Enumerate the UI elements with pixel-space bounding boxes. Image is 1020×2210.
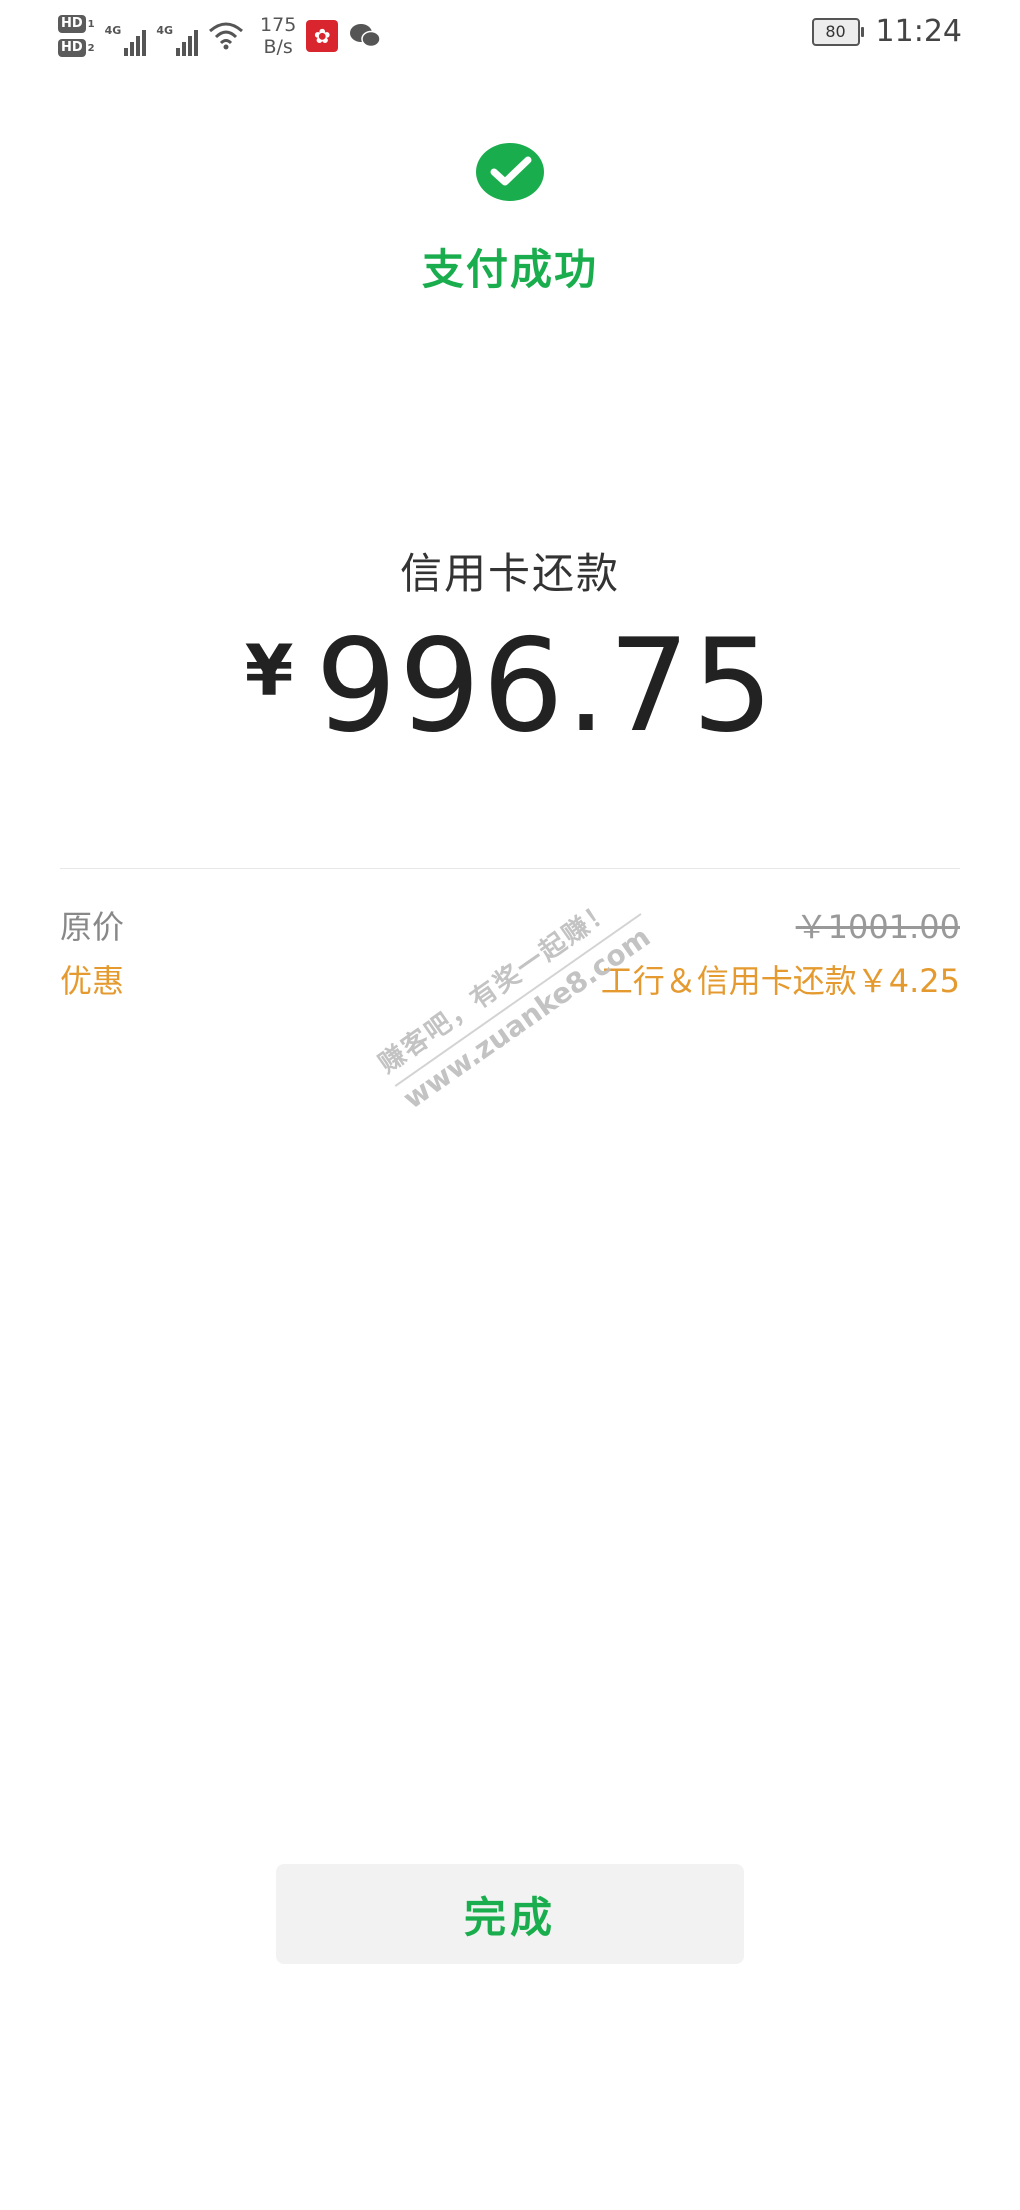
hd2-indicator: HD 2 bbox=[58, 39, 95, 57]
network-speed: 175 B/s bbox=[260, 14, 296, 58]
speed-value: 175 bbox=[260, 14, 297, 36]
hd1-icon: HD bbox=[58, 15, 86, 33]
battery-icon: 80 bbox=[811, 17, 864, 46]
divider bbox=[60, 868, 960, 869]
hd1-indicator: HD 1 bbox=[58, 15, 95, 33]
amount-value: 996.75 bbox=[315, 612, 776, 761]
original-price-row: 原价 ￥1001.00 bbox=[60, 902, 960, 948]
hd2-sub: 2 bbox=[87, 42, 95, 54]
original-price-value: ￥1001.00 bbox=[795, 908, 960, 946]
hd2-icon: HD bbox=[58, 39, 86, 57]
app-notification-icon: ✿ bbox=[306, 20, 339, 52]
success-check-icon bbox=[476, 143, 544, 201]
speed-unit: B/s bbox=[263, 36, 293, 58]
done-button[interactable]: 完成 bbox=[276, 1864, 744, 1964]
status-bar: HD 1 HD 2 4G 4G 175 B/s ✿ 80 11:24 bbox=[0, 0, 1020, 70]
signal-bars-icon bbox=[176, 30, 199, 56]
merchant-name: 信用卡还款 bbox=[399, 549, 620, 598]
signal-bars-icon bbox=[124, 30, 147, 56]
status-bar-right: 80 11:24 bbox=[811, 14, 962, 49]
hd-indicators: HD 1 HD 2 bbox=[58, 15, 95, 57]
wechat-icon bbox=[350, 24, 382, 48]
battery-level: 80 bbox=[825, 22, 846, 41]
page-title: 支付成功 bbox=[421, 245, 598, 294]
discount-label: 优惠 bbox=[60, 962, 125, 1000]
clock: 11:24 bbox=[875, 14, 962, 49]
signal-2-label: 4G bbox=[156, 24, 174, 37]
currency-symbol: ¥ bbox=[244, 630, 294, 712]
status-bar-left: HD 1 HD 2 4G 4G 175 B/s ✿ bbox=[58, 8, 382, 64]
original-price-label: 原价 bbox=[60, 908, 125, 946]
hd1-sub: 1 bbox=[87, 18, 95, 30]
signal-1: 4G bbox=[105, 16, 147, 56]
wifi-icon bbox=[209, 22, 244, 50]
payment-amount: ¥996.75 bbox=[0, 612, 1020, 761]
discount-value: 工行＆信用卡还款￥4.25 bbox=[600, 962, 960, 1000]
signal-2: 4G bbox=[156, 16, 199, 56]
signal-1-label: 4G bbox=[104, 24, 122, 37]
